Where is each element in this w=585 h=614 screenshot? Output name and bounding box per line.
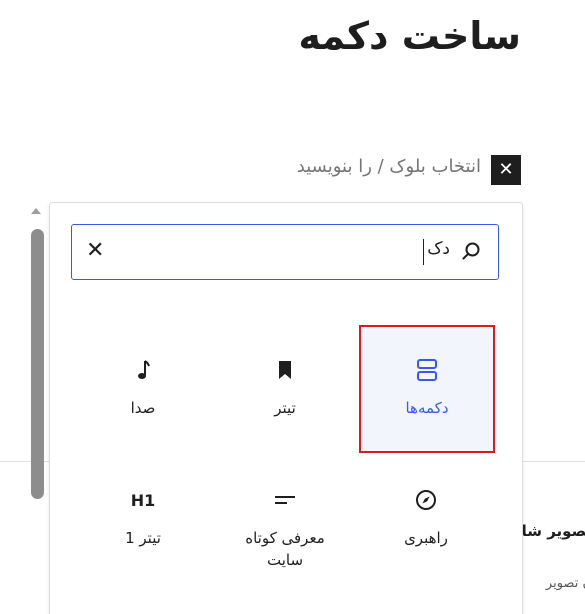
block-label: معرفی کوتاه سایت — [245, 529, 325, 569]
block-item-heading[interactable]: تیتر — [218, 327, 352, 445]
music-note-icon — [138, 360, 150, 379]
buttons-icon — [417, 359, 437, 381]
close-icon: ✕ — [498, 159, 514, 180]
compass-icon — [416, 490, 436, 510]
block-label: راهبری — [404, 529, 448, 547]
editor-page: ساخت دکمه ✕ انتخاب بلوک / را بنویسید تصو… — [0, 0, 585, 614]
block-inserter-popover: ✕ دک دکمه‌ها تیتر — [49, 202, 523, 614]
search-icon — [462, 242, 480, 260]
scrollbar-thumb[interactable] — [31, 229, 44, 499]
scroll-up-arrow[interactable] — [31, 208, 41, 214]
block-item-heading-1[interactable]: H1 تیتر 1 — [76, 457, 210, 575]
background-text: ن تصویر — [545, 576, 585, 591]
tagline-icon — [275, 496, 295, 504]
block-item-site-tagline[interactable]: معرفی کوتاه سایت — [218, 457, 352, 575]
block-label: تیتر 1 — [125, 529, 161, 547]
block-search-input[interactable]: ✕ دک — [71, 224, 499, 280]
text-caret — [423, 239, 424, 265]
block-item-navigation[interactable]: راهبری — [359, 457, 493, 575]
block-placeholder[interactable]: انتخاب بلوک / را بنویسید — [297, 156, 481, 177]
background-heading: تصویر شا — [522, 522, 585, 540]
search-value: دک — [427, 239, 450, 259]
block-label: صدا — [130, 399, 156, 417]
bookmark-icon — [279, 361, 291, 379]
clear-search-icon[interactable]: ✕ — [86, 237, 104, 265]
page-title[interactable]: ساخت دکمه — [298, 14, 521, 58]
block-item-buttons[interactable]: دکمه‌ها — [359, 325, 495, 453]
block-item-audio[interactable]: صدا — [76, 327, 210, 445]
block-label: دکمه‌ها — [405, 399, 449, 417]
close-inserter-button[interactable]: ✕ — [491, 155, 521, 185]
block-label: تیتر — [274, 399, 296, 417]
h1-icon: H1 — [130, 490, 156, 510]
